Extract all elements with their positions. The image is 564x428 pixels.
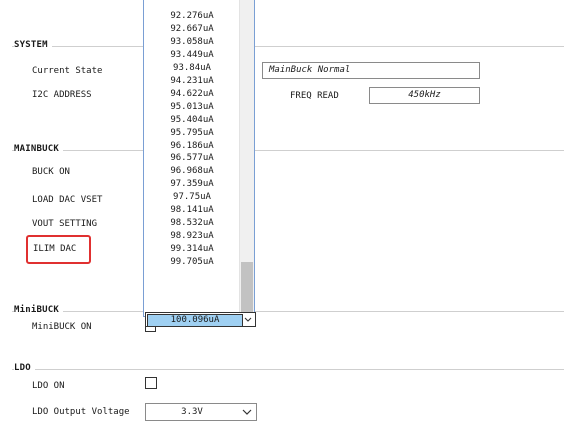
ldo-output-voltage-label: LDO Output Voltage [32, 407, 130, 417]
mainbuck-group-title: MAINBUCK [14, 144, 63, 154]
freq-read-label: FREQ READ [290, 91, 339, 101]
buck-on-label: BUCK ON [32, 167, 70, 177]
dropdown-option[interactable]: 92.276uA [144, 10, 240, 23]
dropdown-option[interactable]: 93.058uA [144, 36, 240, 49]
chevron-down-icon [244, 317, 252, 322]
dropdown-option[interactable]: 92.667uA [144, 23, 240, 36]
minibuck-on-label: MiniBUCK ON [32, 322, 92, 332]
dropdown-option[interactable]: 98.141uA [144, 204, 240, 217]
minibuck-group-title: MiniBUCK [14, 305, 63, 315]
dropdown-option[interactable]: 95.013uA [144, 101, 240, 114]
vout-setting-label: VOUT SETTING [32, 219, 98, 229]
dropdown-option[interactable]: 96.968uA [144, 165, 240, 178]
system-group-line [12, 46, 564, 47]
current-state-field: MainBuck Normal [262, 62, 480, 79]
ldo-output-voltage-select[interactable]: 3.3V [145, 403, 257, 421]
ldo-output-voltage-value: 3.3V [181, 407, 203, 417]
ldo-group-title: LDO [14, 363, 35, 373]
dropdown-scrollbar[interactable] [239, 0, 254, 316]
load-dac-vset-label: LOAD DAC VSET [32, 195, 103, 205]
dropdown-option[interactable]: 98.532uA [144, 217, 240, 230]
i2c-address-label: I2C ADDRESS [32, 90, 92, 100]
system-group-title: SYSTEM [14, 40, 52, 50]
ilim-dac-select[interactable]: 100.096uA [145, 312, 256, 327]
dropdown-option[interactable]: 96.577uA [144, 152, 240, 165]
ldo-on-checkbox[interactable] [145, 377, 157, 389]
dropdown-option[interactable]: 97.359uA [144, 178, 240, 191]
ldo-group-line [12, 369, 564, 370]
dropdown-option[interactable]: 98.923uA [144, 230, 240, 243]
scrollbar-thumb[interactable] [241, 262, 253, 312]
ilim-dac-selected-value: 100.096uA [147, 314, 243, 327]
dropdown-option[interactable]: 99.314uA [144, 243, 240, 256]
dropdown-option[interactable]: 99.705uA [144, 256, 240, 269]
dropdown-option[interactable]: 95.795uA [144, 127, 240, 140]
ldo-on-label: LDO ON [32, 381, 65, 391]
dropdown-option[interactable]: 94.622uA [144, 88, 240, 101]
current-state-label: Current State [32, 66, 103, 76]
dropdown-option[interactable]: 93.449uA [144, 49, 240, 62]
ilim-dac-dropdown-list[interactable]: 92.276uA 92.667uA 93.058uA 93.449uA 93.84uA 9… [143, 0, 255, 317]
mainbuck-group-line [12, 150, 564, 151]
chevron-down-icon [242, 409, 252, 415]
minibuck-group-line [12, 311, 564, 312]
dropdown-option[interactable]: 93.84uA [144, 62, 240, 75]
ilim-dac-label: ILIM DAC [33, 244, 77, 254]
freq-read-field: 450kHz [369, 87, 480, 104]
dropdown-option[interactable]: 96.186uA [144, 140, 240, 153]
dropdown-option[interactable]: 95.404uA [144, 114, 240, 127]
dropdown-option[interactable]: 94.231uA [144, 75, 240, 88]
dropdown-option[interactable]: 97.75uA [144, 191, 240, 204]
